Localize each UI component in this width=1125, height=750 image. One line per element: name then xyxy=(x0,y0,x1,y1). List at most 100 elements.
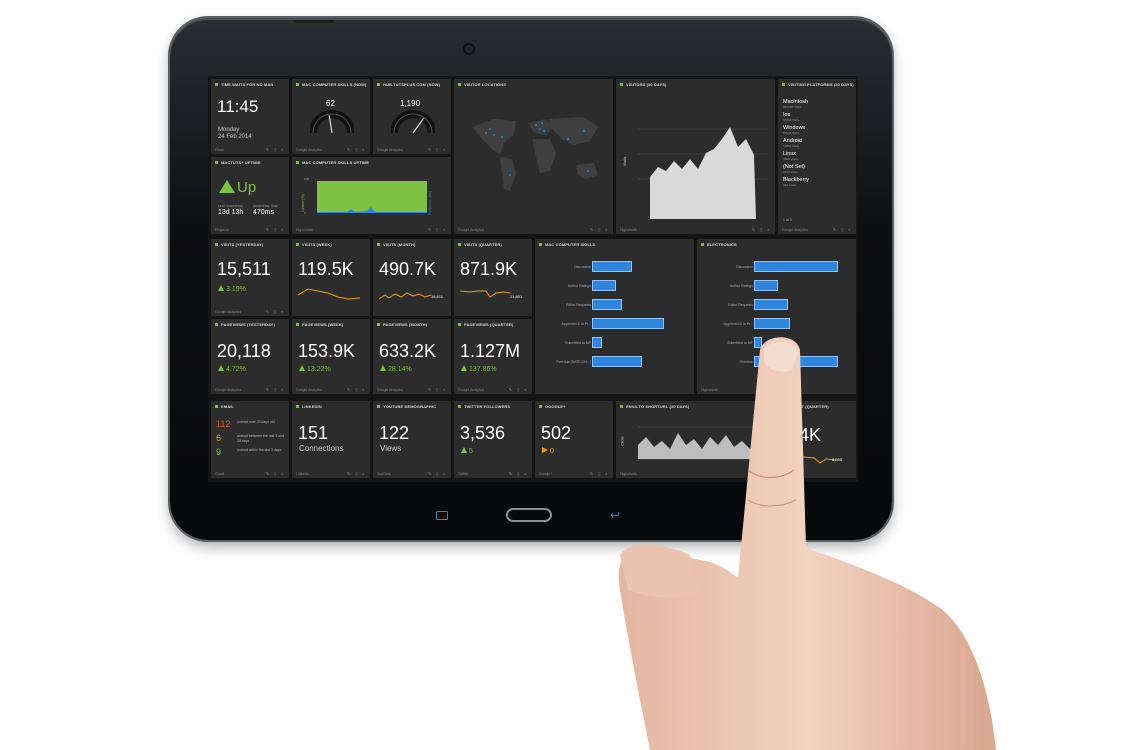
clock-time: 11:45 xyxy=(217,97,259,116)
tile-tools-icon[interactable]: ✎ ▯ ▪ xyxy=(590,471,609,476)
tile-source: Highcharts xyxy=(620,472,637,476)
metric-value: 122 xyxy=(379,423,410,443)
mac-skills-uptime-tile[interactable]: MAC COMPUTER SKILLS UPTIME 100 0 Uptime … xyxy=(292,157,451,234)
mactuts-uptime-tile[interactable]: MACTUTS+ UPTIME Up LAST DOWNTIME 13d 13h… xyxy=(211,157,289,234)
google-plus-tile[interactable]: GOOGLE+ 502 0 Google+ ✎ ▯ ▪ xyxy=(535,401,613,478)
pageviews-yesterday-tile[interactable]: PAGEVIEWS (YESTERDAY) 20,118 4.72% Googl… xyxy=(211,319,289,394)
dashboard-screen: TIME WAITS FOR NO MAN 11:45 Monday 24 Fe… xyxy=(208,76,858,482)
back-button[interactable]: ↩ xyxy=(610,508,620,522)
tile-tools-icon[interactable]: ✎ ▯ ▪ xyxy=(752,227,771,232)
visits-week-tile[interactable]: VISITS (WEEK) 119.5K xyxy=(292,239,370,316)
tile-tools-icon[interactable]: ✎ ▯ ▪ xyxy=(266,309,285,314)
tile-source: Google Analytics xyxy=(296,148,323,152)
bar-label: Approved & In Pr... xyxy=(561,322,591,326)
tile-title: MACTUTS+ UPTIME xyxy=(215,160,261,165)
metric-value: 153.9K xyxy=(298,341,356,361)
electronics-tile[interactable]: ELECTRONICS Discussion Author Ratings Edit… xyxy=(697,239,856,394)
visitors-30-days-tile[interactable]: VISITORS (30 DAYS) Visits Highcharts ✎ ▯… xyxy=(616,79,775,234)
bar xyxy=(592,261,632,272)
email-count: 6 xyxy=(216,433,222,443)
tile-source: Google Analytics xyxy=(458,228,485,232)
tile-tools-icon[interactable]: ✎ ▯ ▪ xyxy=(833,227,852,232)
tile-tools-icon[interactable]: ✎ ▯ ▪ xyxy=(266,227,285,232)
platform-list: Macintosh 364798 Visits Ios 66504 Visits Win… xyxy=(783,99,853,190)
platform-visits: 66504 Visits xyxy=(783,118,800,122)
up-arrow-icon xyxy=(380,365,386,371)
tile-tools-icon[interactable]: ✎ ▯ ▪ xyxy=(428,227,447,232)
platform-item: Ios 66504 Visits xyxy=(783,112,853,122)
tile-title: VISITS (MONTH) xyxy=(377,242,416,247)
tile-tools-icon[interactable]: ✎ ▯ ▪ xyxy=(347,147,366,152)
pageviews-quarter-tile[interactable]: PAGEVIEWS (QUARTER) 1.127M 137.86% Googl… xyxy=(454,319,532,394)
tile-tools-icon[interactable]: ✎ ▯ ▪ xyxy=(509,387,528,392)
tile-tools-icon[interactable]: ✎ ▯ ▪ xyxy=(266,147,285,152)
tile-title: PAGEVIEWS (QUARTER) xyxy=(458,322,513,327)
metric-value: 3,536 xyxy=(460,423,506,443)
bar-label: Approved & In Pr... xyxy=(723,322,753,326)
tile-title: TIME WAITS FOR NO MAN xyxy=(215,82,273,87)
delta-text: 5 xyxy=(469,448,473,455)
bar xyxy=(754,299,788,310)
visits-yesterday-tile[interactable]: VISITS (YESTERDAY) 15,511 3.19% Google A… xyxy=(211,239,289,316)
uptime-status: Up xyxy=(219,179,256,196)
visits-quarter-tile[interactable]: VISITS (QUARTER) 871.9K 21,801 xyxy=(454,239,532,316)
sparkline-value: 15,511 xyxy=(431,294,443,299)
visitor-locations-tile[interactable]: VISITOR LOCATIONS Google Analytics ✎ ▯ ▪ xyxy=(454,79,613,234)
uptime-area-chart xyxy=(317,181,427,213)
email-count: 112 xyxy=(216,419,231,429)
pageviews-month-tile[interactable]: PAGEVIEWS (MONTH) 633.2K 28.14% Google A… xyxy=(373,319,451,394)
tablet-quarter-tile[interactable]: TABLET (QUARTER) 4.4K 8,598 xyxy=(778,401,856,478)
neutral-arrow-icon xyxy=(542,447,548,453)
tile-tools-icon[interactable]: ✎ ▯ ▪ xyxy=(266,387,285,392)
tile-tools-icon[interactable]: ✎ ▯ ▪ xyxy=(590,227,609,232)
tablet-speaker xyxy=(294,20,334,23)
tile-tools-icon[interactable]: ✎ ▯ ▪ xyxy=(347,471,366,476)
tile-tools-icon[interactable]: ✎ ▯ ▪ xyxy=(428,147,447,152)
email-tile[interactable]: EMAIL 112 unread over 30 days old 6 unread … xyxy=(211,401,289,478)
gauge-value: 62 xyxy=(326,99,335,108)
bar xyxy=(754,337,762,348)
gauge-tile-hub-tutsplus[interactable]: HUB.TUTSPLUS.COM (NOW) 1,190 Google Anal… xyxy=(373,79,451,154)
tile-source: Highcharts xyxy=(620,228,637,232)
linkedin-tile[interactable]: LINKEDIN 151 Connections LinkedIn ✎ ▯ ▪ xyxy=(292,401,370,478)
recent-apps-button[interactable] xyxy=(436,511,448,520)
mac-skills-bar-tile[interactable]: MAC COMPUTER SKILLS Discussion Author Rat… xyxy=(535,239,694,394)
bar xyxy=(754,318,790,329)
tile-tools-icon[interactable]: ✎ ▯ ▪ xyxy=(428,387,447,392)
bar-label: Discussion xyxy=(574,265,591,269)
tile-tools-icon[interactable]: ✎ ▯ ▪ xyxy=(266,471,285,476)
tile-source: Google Analytics xyxy=(215,388,242,392)
home-button[interactable] xyxy=(506,508,552,522)
youtube-tile[interactable]: YOUTUBE DEMOGRAPHIC 122 Views YouTube ✎ … xyxy=(373,401,451,478)
metric-value: 20,118 xyxy=(217,341,271,361)
tile-source: Twitter xyxy=(458,472,469,476)
pagination: 1 of 3 xyxy=(783,218,792,222)
gauge-tile-mac-skills[interactable]: MAC COMPUTER SKILLS (NOW) 62 Google Anal… xyxy=(292,79,370,154)
last-downtime-label: LAST DOWNTIME xyxy=(218,204,243,208)
bar-label: Submitted to MP xyxy=(565,341,591,345)
metric-delta: 28.14% xyxy=(380,365,412,373)
sparkline xyxy=(379,292,432,300)
platform-visits: 364798 Visits xyxy=(783,105,801,109)
bar xyxy=(592,318,664,329)
bar xyxy=(592,356,642,367)
platform-visits: 55034 Visits xyxy=(783,131,800,135)
tile-source: Clock xyxy=(215,148,224,152)
clock-tile[interactable]: TIME WAITS FOR NO MAN 11:45 Monday 24 Fe… xyxy=(211,79,289,154)
platform-item: (Not Set) 3104 Visits xyxy=(783,164,853,174)
response-axis-label: Response (ms) xyxy=(427,191,432,215)
bar-label: Overdue (DATE ON...) xyxy=(556,360,591,364)
tile-source: YouTube xyxy=(377,472,391,476)
platform-visits: 10891 Visits xyxy=(783,144,800,148)
visiting-platforms-tile[interactable]: VISITING PLATFORMS (30 DAYS) Macintosh 36… xyxy=(778,79,856,234)
bar xyxy=(754,280,778,291)
tile-tools-icon[interactable]: ✎ ▯ ▪ xyxy=(347,387,366,392)
tile-tools-icon[interactable]: ✎ ▯ ▪ xyxy=(509,471,528,476)
twitter-followers-tile[interactable]: TWITTER FOLLOWERS 3,536 5 Twitter ✎ ▯ ▪ xyxy=(454,401,532,478)
visits-month-tile[interactable]: VISITS (MONTH) 490.7K 15,511 xyxy=(373,239,451,316)
envato-shorturl-tile[interactable]: ENVA.TO SHORTURL (30 DAYS) Clicks Highch… xyxy=(616,401,775,478)
bar xyxy=(754,356,838,367)
pageviews-week-tile[interactable]: PAGEVIEWS (WEEK) 153.9K 13.22% Google An… xyxy=(292,319,370,394)
sparkline xyxy=(298,288,361,300)
tile-tools-icon[interactable]: ✎ ▯ ▪ xyxy=(428,471,447,476)
